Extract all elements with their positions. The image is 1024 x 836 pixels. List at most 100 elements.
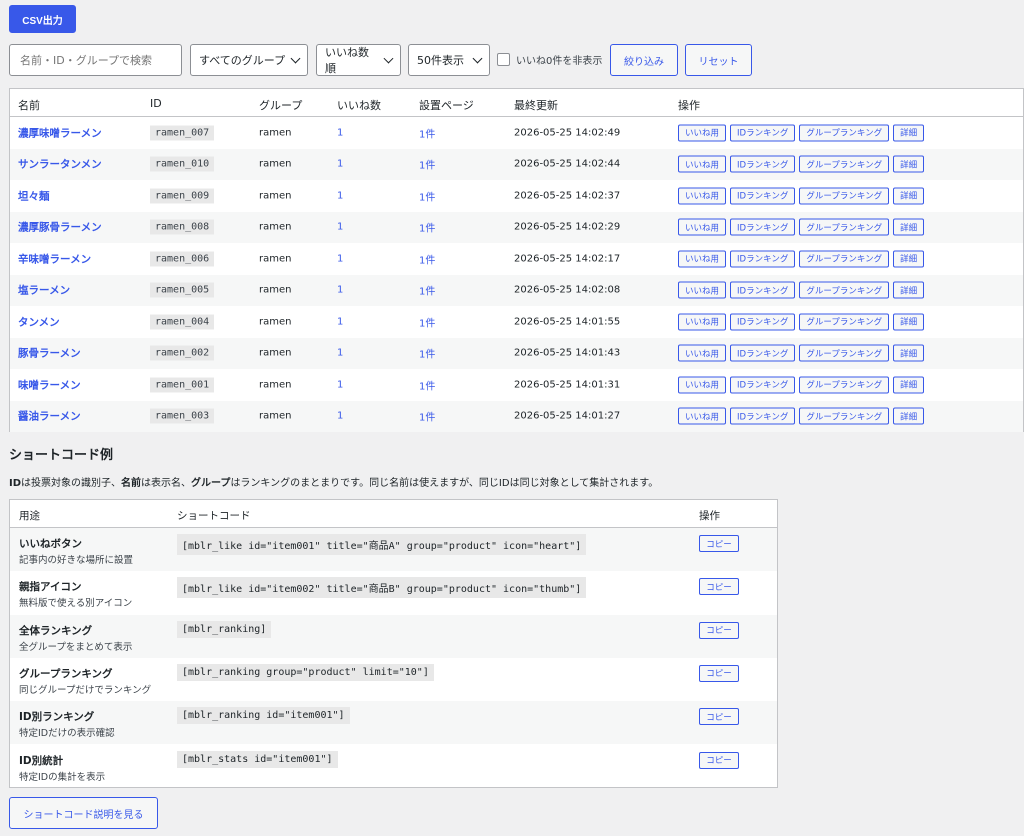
group-ranking-button[interactable]: グループランキング bbox=[799, 250, 890, 268]
item-likes-link[interactable]: 1 bbox=[337, 348, 343, 359]
reset-button[interactable]: リセット bbox=[685, 44, 752, 76]
detail-button[interactable]: 詳細 bbox=[893, 407, 925, 425]
item-name-link[interactable]: 濃厚味噌ラーメン bbox=[18, 125, 102, 140]
like-shortcode-button[interactable]: いいね用 bbox=[678, 187, 727, 205]
detail-button[interactable]: 詳細 bbox=[893, 250, 925, 268]
group-ranking-button[interactable]: グループランキング bbox=[799, 124, 890, 142]
id-ranking-button[interactable]: IDランキング bbox=[730, 281, 796, 299]
id-ranking-button[interactable]: IDランキング bbox=[730, 313, 796, 331]
item-likes-link[interactable]: 1 bbox=[337, 379, 343, 390]
like-shortcode-button[interactable]: いいね用 bbox=[678, 218, 727, 236]
group-ranking-button[interactable]: グループランキング bbox=[799, 187, 890, 205]
group-ranking-button[interactable]: グループランキング bbox=[799, 344, 890, 362]
shortcode-code: [mblr_ranking group="product" limit="10"… bbox=[177, 663, 434, 681]
item-likes-link[interactable]: 1 bbox=[337, 190, 343, 201]
like-shortcode-button[interactable]: いいね用 bbox=[678, 250, 727, 268]
item-name-link[interactable]: 醤油ラーメン bbox=[18, 409, 81, 424]
item-updated: 2026-05-25 14:02:17 bbox=[514, 253, 621, 265]
shortcode-help-button[interactable]: ショートコード説明を見る bbox=[9, 797, 158, 829]
item-pages-link[interactable]: 1件 bbox=[419, 314, 435, 329]
item-pages-link[interactable]: 1件 bbox=[419, 188, 435, 203]
desc-text-3: はランキングのまとまりです。同じ名前は使えますが、同じIDは同じ対象として集計さ… bbox=[230, 478, 659, 489]
search-input[interactable] bbox=[9, 44, 182, 76]
item-name-link[interactable]: 豚骨ラーメン bbox=[18, 346, 81, 361]
detail-button[interactable]: 詳細 bbox=[893, 187, 925, 205]
like-shortcode-button[interactable]: いいね用 bbox=[678, 344, 727, 362]
hide-zero-checkbox[interactable] bbox=[497, 53, 510, 66]
copy-button[interactable]: コピー bbox=[699, 751, 739, 769]
item-pages-link[interactable]: 1件 bbox=[419, 409, 435, 424]
id-ranking-button[interactable]: IDランキング bbox=[730, 376, 796, 394]
detail-button[interactable]: 詳細 bbox=[893, 124, 925, 142]
group-ranking-button[interactable]: グループランキング bbox=[799, 155, 890, 173]
detail-button[interactable]: 詳細 bbox=[893, 218, 925, 236]
detail-button[interactable]: 詳細 bbox=[893, 155, 925, 173]
copy-button[interactable]: コピー bbox=[699, 664, 739, 682]
shortcode-code: [mblr_like id="item001" title="商品A" grou… bbox=[177, 534, 587, 555]
item-name-link[interactable]: 辛味噌ラーメン bbox=[18, 251, 91, 266]
detail-button[interactable]: 詳細 bbox=[893, 281, 925, 299]
per-page-select[interactable]: 50件表示 bbox=[408, 44, 490, 76]
group-ranking-button[interactable]: グループランキング bbox=[799, 376, 890, 394]
item-pages-link[interactable]: 1件 bbox=[419, 377, 435, 392]
group-select[interactable]: すべてのグループ bbox=[190, 44, 308, 76]
csv-export-button[interactable]: CSV出力 bbox=[9, 5, 76, 33]
like-shortcode-button[interactable]: いいね用 bbox=[678, 313, 727, 331]
table-row: 辛味噌ラーメン ramen_006 ramen 1 1件 2026-05-25 14:02… bbox=[10, 243, 1023, 275]
copy-button[interactable]: コピー bbox=[699, 578, 739, 596]
item-pages-link[interactable]: 1件 bbox=[419, 346, 435, 361]
item-name-link[interactable]: 塩ラーメン bbox=[18, 283, 70, 298]
like-shortcode-button[interactable]: いいね用 bbox=[678, 376, 727, 394]
detail-button[interactable]: 詳細 bbox=[893, 376, 925, 394]
copy-button[interactable]: コピー bbox=[699, 708, 739, 726]
item-group: ramen bbox=[259, 379, 292, 391]
copy-button[interactable]: コピー bbox=[699, 621, 739, 639]
item-pages-link[interactable]: 1件 bbox=[419, 157, 435, 172]
id-ranking-button[interactable]: IDランキング bbox=[730, 250, 796, 268]
id-ranking-button[interactable]: IDランキング bbox=[730, 344, 796, 362]
id-ranking-button[interactable]: IDランキング bbox=[730, 187, 796, 205]
sort-select[interactable]: いいね数順 bbox=[316, 44, 401, 76]
shortcode-usage-sub: 全グループをまとめて表示 bbox=[19, 641, 133, 653]
id-ranking-button[interactable]: IDランキング bbox=[730, 218, 796, 236]
item-name-link[interactable]: 味噌ラーメン bbox=[18, 377, 81, 392]
copy-button[interactable]: コピー bbox=[699, 535, 739, 552]
like-shortcode-button[interactable]: いいね用 bbox=[678, 281, 727, 299]
id-ranking-button[interactable]: IDランキング bbox=[730, 155, 796, 173]
item-pages-link[interactable]: 1件 bbox=[419, 220, 435, 235]
item-likes-link[interactable]: 1 bbox=[337, 285, 343, 296]
item-likes-link[interactable]: 1 bbox=[337, 411, 343, 422]
like-shortcode-button[interactable]: いいね用 bbox=[678, 155, 727, 173]
desc-text-2: は表示名、 bbox=[141, 478, 192, 489]
item-likes-link[interactable]: 1 bbox=[337, 316, 343, 327]
item-name-link[interactable]: 濃厚豚骨ラーメン bbox=[18, 220, 102, 235]
item-name-link[interactable]: サンラータンメン bbox=[18, 157, 102, 172]
group-ranking-button[interactable]: グループランキング bbox=[799, 218, 890, 236]
id-ranking-button[interactable]: IDランキング bbox=[730, 124, 796, 142]
item-likes-link[interactable]: 1 bbox=[337, 127, 343, 138]
group-select-value: すべてのグループ bbox=[199, 54, 286, 67]
group-ranking-button[interactable]: グループランキング bbox=[799, 313, 890, 331]
item-pages-link[interactable]: 1件 bbox=[419, 283, 435, 298]
detail-button[interactable]: 詳細 bbox=[893, 344, 925, 362]
hide-zero-checkbox-label[interactable]: いいね0件を非表示 bbox=[497, 52, 602, 67]
item-likes-link[interactable]: 1 bbox=[337, 222, 343, 233]
item-pages-link[interactable]: 1件 bbox=[419, 251, 435, 266]
item-id: ramen_001 bbox=[150, 377, 215, 393]
like-shortcode-button[interactable]: いいね用 bbox=[678, 124, 727, 142]
filter-button[interactable]: 絞り込み bbox=[610, 44, 678, 76]
item-likes-link[interactable]: 1 bbox=[337, 159, 343, 170]
item-pages-link[interactable]: 1件 bbox=[419, 125, 435, 140]
group-ranking-button[interactable]: グループランキング bbox=[799, 281, 890, 299]
shortcode-table-header: 用途 ショートコード 操作 bbox=[10, 500, 777, 528]
group-ranking-button[interactable]: グループランキング bbox=[799, 407, 890, 425]
desc-group-term: グループ bbox=[191, 478, 231, 489]
item-name-link[interactable]: タンメン bbox=[18, 314, 60, 329]
shortcode-row: ID別統計 特定IDの集計を表示 [mblr_stats id="item001"]… bbox=[10, 745, 777, 788]
id-ranking-button[interactable]: IDランキング bbox=[730, 407, 796, 425]
detail-button[interactable]: 詳細 bbox=[893, 313, 925, 331]
item-actions: いいね用 IDランキング グループランキング 詳細 bbox=[678, 281, 925, 299]
item-name-link[interactable]: 坦々麺 bbox=[18, 188, 50, 203]
like-shortcode-button[interactable]: いいね用 bbox=[678, 407, 727, 425]
item-likes-link[interactable]: 1 bbox=[337, 253, 343, 264]
